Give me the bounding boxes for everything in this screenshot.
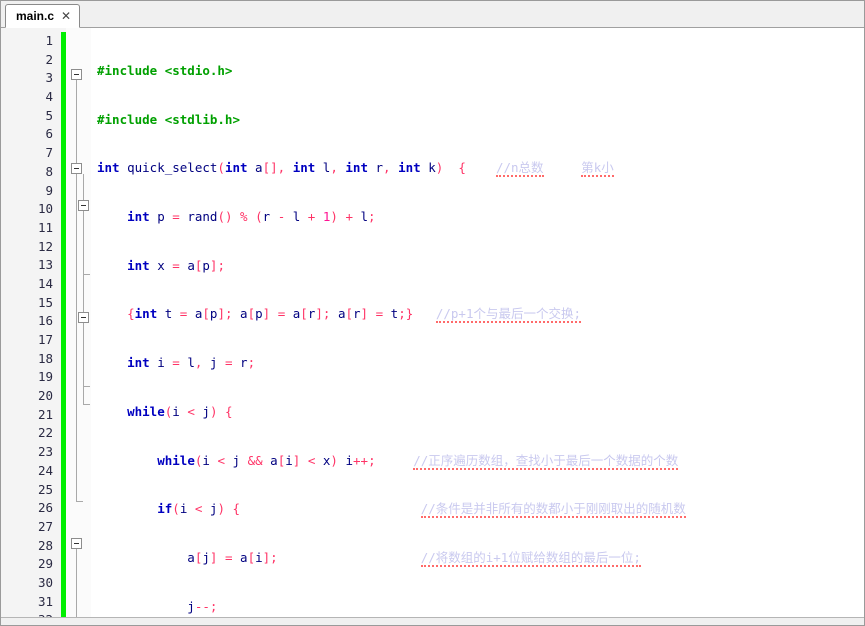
line-number: 28 (37, 537, 53, 553)
line-number-gutter: 1 2 3 4 5 6 7 8 9 10 11 12 13 14 15 16 17 18 19 20 21 22 23 24 2… (1, 28, 61, 617)
comment-line9: //正序遍历数组，查找小于最后一个数据的个数 (413, 452, 679, 470)
editor-bottom-edge (1, 617, 864, 625)
fold-toggle-icon[interactable] (78, 200, 89, 211)
line-number: 27 (37, 518, 53, 534)
line-number: 9 (45, 182, 53, 198)
tab-main-c[interactable]: main.c ✕ (5, 4, 81, 28)
tab-label: main.c (16, 9, 55, 23)
line-number: 16 (37, 313, 53, 329)
fold-toggle-icon[interactable] (78, 312, 89, 323)
line-number: 14 (37, 275, 53, 291)
code-editor-window: main.c ✕ 1 2 3 4 5 6 7 8 9 10 11 12 13 14 15 16 17 18 19 20… (0, 0, 865, 626)
line-number: 32 (1, 611, 53, 617)
comment-line6: //p+1个与最后一个交换; (435, 306, 581, 324)
comment-line3-b: 第k小 (581, 160, 614, 178)
line-number: 21 (37, 406, 53, 422)
line-number: 31 (37, 593, 53, 609)
line-number: 15 (37, 294, 53, 310)
line-number: 8 (45, 163, 53, 179)
code-line: while(i < j) { (127, 403, 233, 419)
line-number: 7 (45, 145, 53, 161)
code-line: int i = l, j = r; (127, 355, 256, 371)
code-folding-gutter[interactable] (66, 28, 91, 617)
fold-range-end (76, 501, 83, 502)
fold-range-line (76, 549, 77, 617)
tab-bar: main.c ✕ (1, 1, 864, 28)
comment-line11: //将数组的i+1位赋给数组的最后一位; (420, 549, 641, 567)
line-number: 18 (37, 350, 53, 366)
line-number: 2 (45, 51, 53, 67)
line-number: 11 (37, 219, 53, 235)
line-number: 22 (37, 425, 53, 441)
comment-line3-a: //n总数 (495, 160, 544, 178)
code-line: int p = rand() % (r - l + 1) + l; (127, 209, 376, 225)
line-number: 20 (37, 388, 53, 404)
line-number: 17 (37, 332, 53, 347)
line-number: 1 (45, 33, 53, 48)
fold-toggle-icon[interactable] (71, 69, 82, 80)
line-number: 23 (37, 444, 53, 460)
fold-range-tick (83, 274, 90, 275)
line-number: 26 (37, 500, 53, 516)
line-number: 5 (45, 107, 53, 123)
fold-toggle-icon[interactable] (71, 538, 82, 549)
line-number: 10 (37, 201, 53, 217)
editor-area[interactable]: 1 2 3 4 5 6 7 8 9 10 11 12 13 14 15 16 17 18 19 20 21 22 23 24 2… (1, 28, 864, 617)
code-line: #include <stdio.h> (97, 63, 233, 78)
fold-range-tick (83, 386, 90, 387)
line-number: 13 (37, 257, 53, 273)
line-number: 12 (37, 238, 53, 254)
code-line: while(i < j && a[i] < x) i++; //正序遍历数组，查… (157, 452, 679, 470)
code-line: {int t = a[p]; a[p] = a[r]; a[r] = t;} /… (127, 306, 581, 324)
line-number: 25 (37, 481, 53, 497)
line-number: 6 (45, 126, 53, 142)
code-line: int quick_select(int a[], int l, int r, … (97, 160, 614, 178)
fold-range-end (83, 404, 90, 405)
line-number: 19 (37, 369, 53, 385)
code-line: int x = a[p]; (127, 257, 225, 273)
code-line: #include <stdlib.h> (97, 111, 240, 127)
code-text[interactable]: #include <stdio.h> #include <stdlib.h> i… (91, 28, 864, 617)
code-line: if(i < j) { //条件是并非所有的数都小于刚刚取出的随机数 (157, 501, 686, 519)
fold-toggle-icon[interactable] (71, 163, 82, 174)
close-icon[interactable]: ✕ (61, 10, 71, 22)
fold-range-line (76, 80, 77, 501)
line-number: 29 (37, 556, 53, 572)
line-number: 3 (45, 70, 53, 86)
code-line: a[j] = a[i]; //将数组的i+1位赋给数组的最后一位; (97, 549, 641, 567)
line-number: 30 (37, 574, 53, 590)
line-number: 24 (37, 462, 53, 478)
comment-line10: //条件是并非所有的数都小于刚刚取出的随机数 (420, 501, 686, 519)
line-number: 4 (45, 89, 53, 105)
code-line: j--; (97, 598, 218, 614)
